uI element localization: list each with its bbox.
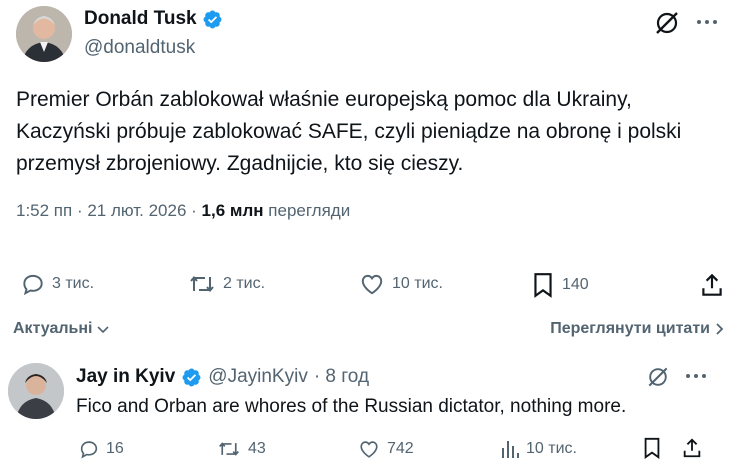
like-icon: [360, 441, 378, 458]
repost-icon: [190, 275, 214, 293]
reply-like-count: 742: [387, 440, 414, 457]
reply-author-avatar[interactable]: [8, 363, 64, 419]
reply-repost-count: 43: [248, 440, 266, 457]
view-quotes-label: Переглянути цитати: [550, 320, 710, 337]
like-icon: [361, 274, 383, 295]
sort-relevant-dropdown[interactable]: Актуальні: [13, 320, 111, 338]
repost-count: 2 тис.: [223, 275, 266, 292]
reply-icon: [23, 274, 43, 296]
avatar-portrait: [16, 6, 72, 62]
views-icon: [502, 441, 519, 458]
reply-share-button[interactable]: [681, 436, 703, 465]
view-quotes-link[interactable]: Переглянути цитати: [550, 320, 726, 338]
reply-age[interactable]: · 8 год: [314, 366, 369, 388]
sort-label: Актуальні: [13, 320, 93, 337]
views-count: 1,6 млн: [201, 201, 264, 220]
share-button[interactable]: [699, 271, 725, 304]
reply-avatar-portrait: [8, 363, 64, 419]
more-icon[interactable]: [695, 12, 719, 37]
reply-repost-button[interactable]: 43: [216, 438, 266, 460]
like-count: 10 тис.: [392, 275, 443, 292]
author-avatar[interactable]: [16, 6, 72, 62]
reply-views-count: 10 тис.: [526, 440, 577, 457]
bookmark-count: 140: [562, 276, 589, 293]
bookmark-button[interactable]: 140: [530, 271, 589, 299]
reply-views-button[interactable]: 10 тис.: [500, 438, 577, 460]
tweet-meta: 1:52 пп · 21 лют. 2026 · 1,6 млн перегля…: [16, 201, 350, 221]
tweet-text: Premier Orbán zablokował właśnie europej…: [16, 88, 682, 175]
reply-author-name[interactable]: Jay in Kyiv: [76, 366, 175, 388]
reply-button[interactable]: 3 тис.: [20, 271, 94, 297]
more-icon[interactable]: [684, 366, 708, 391]
chevron-right-icon: [716, 323, 724, 335]
repost-button[interactable]: 2 тис.: [187, 271, 265, 297]
reply-reply-button[interactable]: 16: [78, 438, 124, 460]
verified-icon: [203, 10, 222, 28]
like-button[interactable]: 10 тис.: [358, 271, 443, 297]
grok-icon[interactable]: [645, 364, 671, 395]
author-name[interactable]: Donald Tusk: [84, 8, 197, 30]
bookmark-icon: [644, 437, 660, 459]
views-label: перегляди: [268, 201, 351, 220]
verified-icon: [182, 368, 201, 386]
reply-bookmark-button[interactable]: [641, 436, 663, 465]
reply-count: 3 тис.: [52, 275, 95, 292]
grok-icon[interactable]: [652, 8, 682, 43]
share-icon: [683, 438, 701, 458]
author-handle[interactable]: @donaldtusk: [84, 37, 195, 59]
reply-reply-count: 16: [106, 440, 124, 457]
reply-author-handle[interactable]: @JayinKyiv: [208, 366, 308, 388]
share-icon: [702, 273, 722, 296]
reply-icon: [80, 441, 98, 459]
repost-icon: [219, 442, 239, 456]
bookmark-icon: [534, 273, 552, 298]
reply-header: Jay in Kyiv @JayinKyiv · 8 год: [76, 366, 369, 388]
reply-text: Fico and Orban are whores of the Russian…: [76, 396, 627, 417]
chevron-down-icon: [96, 326, 109, 334]
tweet-timestamp[interactable]: 1:52 пп · 21 лют. 2026 ·: [16, 201, 197, 220]
reply-like-button[interactable]: 742: [357, 438, 414, 460]
